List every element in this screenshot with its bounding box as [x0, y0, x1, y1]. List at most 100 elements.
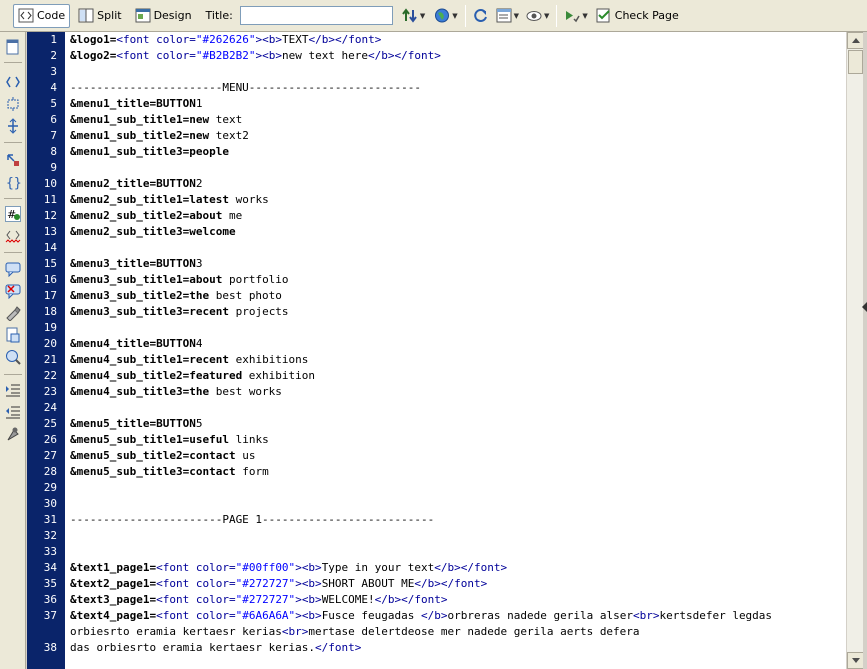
file-management-icon[interactable] — [402, 8, 418, 23]
line-number: 13 — [43, 225, 57, 238]
code-text: &logo2=<font color="#B2B2B2"><b>new text… — [70, 49, 441, 62]
code-line[interactable]: 26 &menu5_sub_title1=useful links — [27, 432, 846, 448]
design-view-button[interactable]: Design — [130, 4, 197, 28]
expand-all-icon[interactable] — [5, 118, 21, 134]
check-page-button[interactable]: Check Page — [591, 4, 684, 28]
balance-braces-icon[interactable]: {} — [5, 174, 22, 191]
indent-code-icon[interactable] — [5, 382, 21, 398]
rail-divider — [4, 252, 22, 253]
code-text: &menu1_sub_title2=new text2 — [70, 129, 249, 142]
code-editor[interactable]: 1 &logo1=<font color="#262626"><b>TEXT</b… — [27, 32, 846, 669]
code-line[interactable]: 11 &menu2_sub_title1=latest works — [27, 192, 846, 208]
code-text: &menu1_title=BUTTON1 — [70, 97, 203, 110]
split-view-button[interactable]: Split — [73, 4, 126, 28]
scroll-thumb[interactable] — [848, 50, 863, 74]
code-view-label: Code — [37, 9, 66, 22]
vertical-scrollbar[interactable] — [846, 32, 864, 669]
line-number: 32 — [43, 529, 57, 542]
view-options-icon[interactable] — [496, 8, 512, 23]
code-line[interactable]: 25 &menu5_title=BUTTON5 — [27, 416, 846, 432]
code-text: &text3_page1=<font color="#272727"><b>WE… — [70, 593, 448, 606]
validate-dropdown-icon[interactable]: ▼ — [582, 12, 587, 20]
code-line[interactable]: 36 &text3_page1=<font color="#272727"><b>… — [27, 592, 846, 608]
collapse-selection-icon[interactable] — [5, 96, 21, 112]
code-line[interactable]: 13 &menu2_sub_title3=welcome — [27, 224, 846, 240]
code-line[interactable]: 27 &menu5_sub_title2=contact us — [27, 448, 846, 464]
code-line[interactable]: 18 &menu3_sub_title3=recent projects — [27, 304, 846, 320]
view-options-dropdown-icon[interactable]: ▼ — [514, 12, 519, 20]
remove-comment-icon[interactable] — [5, 283, 21, 300]
select-parent-tag-icon[interactable] — [5, 152, 21, 168]
collapse-tag-icon[interactable] — [5, 74, 21, 90]
code-line[interactable]: 17 &menu3_sub_title2=the best photo — [27, 288, 846, 304]
visual-aids-icon[interactable] — [526, 8, 542, 23]
code-line[interactable]: 5 &menu1_title=BUTTON1 — [27, 96, 846, 112]
code-line[interactable]: 21 &menu4_sub_title1=recent exhibitions — [27, 352, 846, 368]
apply-comment-icon[interactable] — [5, 261, 21, 278]
code-line[interactable]: 38 das orbiesrto eramia kertaesr kerias.<… — [27, 640, 846, 656]
refresh-icon[interactable] — [473, 8, 489, 23]
code-text: &menu5_sub_title1=useful links — [70, 433, 269, 446]
line-number: 12 — [43, 209, 57, 222]
code-line[interactable]: 14 — [27, 240, 846, 256]
code-text: &menu2_title=BUTTON2 — [70, 177, 203, 190]
code-line[interactable]: 35 &text2_page1=<font color="#272727"><b>… — [27, 576, 846, 592]
code-line[interactable]: 37 &text4_page1=<font color="#6A6A6A"><b>… — [27, 608, 846, 624]
wrap-tag-icon[interactable] — [5, 305, 21, 322]
highlight-invalid-code-icon[interactable] — [5, 228, 21, 244]
line-number: 20 — [43, 337, 57, 350]
validate-markup-icon[interactable] — [564, 8, 581, 23]
line-number: 22 — [43, 369, 57, 382]
open-documents-icon[interactable] — [5, 39, 21, 55]
code-line[interactable]: 16 &menu3_sub_title1=about portfolio — [27, 272, 846, 288]
line-number: 8 — [50, 145, 57, 158]
scroll-down-button[interactable] — [847, 652, 864, 669]
code-line[interactable]: 32 — [27, 528, 846, 544]
code-line[interactable]: 7 &menu1_sub_title2=new text2 — [27, 128, 846, 144]
code-text: &menu3_sub_title1=about portfolio — [70, 273, 289, 286]
visual-aids-dropdown-icon[interactable]: ▼ — [544, 12, 549, 20]
code-line[interactable]: 1 &logo1=<font color="#262626"><b>TEXT</b… — [27, 32, 846, 48]
toolbar-divider — [464, 4, 466, 27]
line-number: 24 — [43, 401, 57, 414]
outdent-code-icon[interactable] — [5, 404, 21, 420]
code-line[interactable]: 30 — [27, 496, 846, 512]
code-line[interactable]: 34 &text1_page1=<font color="#00ff00"><b>… — [27, 560, 846, 576]
code-line[interactable]: 20 &menu4_title=BUTTON4 — [27, 336, 846, 352]
code-line[interactable]: 31 -----------------------PAGE 1---------… — [27, 512, 846, 528]
collapse-panel-icon[interactable] — [862, 300, 867, 314]
code-text: &menu4_sub_title1=recent exhibitions — [70, 353, 309, 366]
rail-divider — [4, 142, 22, 143]
code-line[interactable]: 3 — [27, 64, 846, 80]
code-line[interactable]: 6 &menu1_sub_title1=new text — [27, 112, 846, 128]
code-line[interactable]: 29 — [27, 480, 846, 496]
code-view-button[interactable]: Code — [13, 3, 71, 28]
code-line[interactable]: 19 — [27, 320, 846, 336]
preview-browser-icon[interactable] — [434, 8, 450, 23]
code-line[interactable]: 2 &logo2=<font color="#B2B2B2"><b>new tex… — [27, 48, 846, 64]
code-line[interactable]: 12 &menu2_sub_title2=about me — [27, 208, 846, 224]
title-input[interactable] — [239, 6, 393, 25]
code-line[interactable]: 28 &menu5_sub_title3=contact form — [27, 464, 846, 480]
code-line[interactable]: 15 &menu3_title=BUTTON3 — [27, 256, 846, 272]
recent-snippets-icon[interactable] — [5, 327, 21, 343]
scroll-up-button[interactable] — [847, 32, 864, 49]
code-line[interactable]: 4 -----------------------MENU------------… — [27, 80, 846, 96]
code-line[interactable]: 24 — [27, 400, 846, 416]
code-text: &text2_page1=<font color="#272727"><b>SH… — [70, 577, 488, 590]
preview-dropdown-icon[interactable]: ▼ — [452, 12, 457, 20]
format-source-code-icon[interactable] — [5, 426, 21, 442]
code-line[interactable]: 22 &menu4_sub_title2=featured exhibition — [27, 368, 846, 384]
line-number: 27 — [43, 449, 57, 462]
code-line[interactable]: orbiesrto eramia kertaesr kerias<br>mert… — [27, 624, 846, 640]
code-line[interactable]: 9 — [27, 160, 846, 176]
code-line[interactable]: 10 &menu2_title=BUTTON2 — [27, 176, 846, 192]
code-text: &menu2_sub_title2=about me — [70, 209, 243, 222]
code-text: &menu3_title=BUTTON3 — [70, 257, 203, 270]
file-management-dropdown-icon[interactable]: ▼ — [420, 12, 425, 20]
line-numbers-icon[interactable]: # — [5, 206, 21, 222]
code-line[interactable]: 33 — [27, 544, 846, 560]
code-line[interactable]: 23 &menu4_sub_title3=the best works — [27, 384, 846, 400]
move-css-icon[interactable] — [5, 349, 21, 365]
code-line[interactable]: 8 &menu1_sub_title3=people — [27, 144, 846, 160]
